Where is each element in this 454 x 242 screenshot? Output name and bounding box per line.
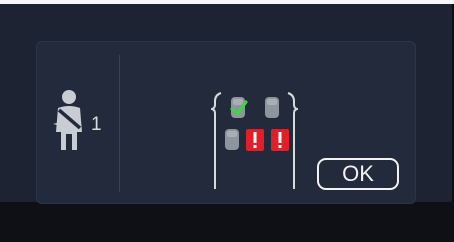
occupant-count: 1: [91, 114, 102, 135]
seat-front-left-check-icon: [230, 97, 248, 118]
seat-rear-left-icon: [225, 129, 239, 150]
panel-divider: [119, 55, 120, 192]
top-border: [0, 0, 454, 4]
bottom-band: [0, 202, 454, 242]
seat-rear-right-warning-icon: [271, 129, 289, 151]
person-seatbelt-icon: [53, 90, 82, 150]
ok-button[interactable]: OK: [317, 158, 399, 190]
seatbelt-status-screen: 1 OK: [0, 0, 454, 242]
seat-rear-center-warning-icon: [246, 129, 264, 151]
seat-front-right-icon: [265, 97, 279, 118]
